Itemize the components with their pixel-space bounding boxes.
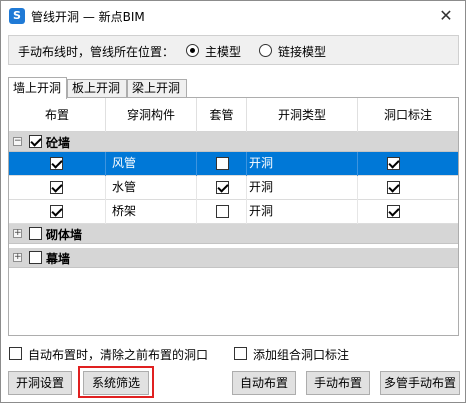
collapse-icon[interactable]: − (13, 137, 22, 146)
radio-linked-model-label[interactable]: 链接模型 (278, 43, 326, 60)
clear-previous-label[interactable]: 自动布置时，清除之前布置的洞口 (28, 346, 208, 363)
title-bar: S 管线开洞 — 新点BIM ✕ (1, 1, 465, 31)
highlight-box (78, 366, 154, 398)
close-icon[interactable]: ✕ (437, 7, 455, 25)
tab-wall-opening[interactable]: 墙上开洞 (8, 77, 67, 99)
app-logo-icon: S (9, 8, 25, 24)
hole-settings-button[interactable]: 开洞设置 (8, 371, 72, 395)
cell-place (9, 152, 106, 176)
radio-main-model-label[interactable]: 主模型 (205, 43, 241, 60)
dialog-window: S 管线开洞 — 新点BIM ✕ 手动布线时，管线所在位置： 主模型 链接模型 … (0, 0, 466, 403)
cell-opening-mark (358, 200, 458, 224)
group-checkbox-concrete-wall[interactable] (29, 135, 42, 148)
column-header-place: 布置 (9, 98, 106, 132)
table-row-cable-tray[interactable]: 桥架 开洞 (9, 200, 458, 224)
expand-icon[interactable]: + (13, 253, 22, 262)
cell-place (9, 176, 106, 200)
group-row-masonry-wall[interactable]: + 砌体墙 (9, 224, 458, 244)
cell-opening-type[interactable]: 开洞 (247, 152, 358, 176)
table-row-duct[interactable]: 风管 开洞 (9, 152, 458, 176)
radio-linked-model[interactable] (259, 44, 272, 57)
mark-checkbox[interactable] (387, 181, 400, 194)
cell-sleeve (197, 152, 247, 176)
opening-grid: 布置 穿洞构件 套管 开洞类型 洞口标注 − 砼墙 风管 开洞 水管 开洞 桥架… (8, 97, 459, 336)
tab-slab-opening[interactable]: 板上开洞 (67, 79, 127, 98)
group-row-curtain-wall[interactable]: + 幕墙 (9, 248, 458, 268)
cell-sleeve (197, 200, 247, 224)
group-checkbox-curtain-wall[interactable] (29, 251, 42, 264)
column-header-opening-type: 开洞类型 (247, 98, 358, 132)
cell-opening-type[interactable]: 开洞 (247, 176, 358, 200)
window-title: 管线开洞 — 新点BIM (31, 10, 145, 24)
cell-member: 桥架 (106, 200, 197, 224)
pipe-location-label: 手动布线时，管线所在位置： (18, 45, 175, 59)
combined-mark-label[interactable]: 添加组合洞口标注 (253, 346, 349, 363)
place-checkbox[interactable] (50, 181, 63, 194)
pipe-location-bar: 手动布线时，管线所在位置： 主模型 链接模型 (8, 35, 459, 65)
sleeve-checkbox[interactable] (216, 157, 229, 170)
cell-place (9, 200, 106, 224)
group-row-concrete-wall[interactable]: − 砼墙 (9, 132, 458, 152)
radio-main-model[interactable] (186, 44, 199, 57)
cell-sleeve (197, 176, 247, 200)
clear-previous-checkbox[interactable] (9, 347, 22, 360)
place-checkbox[interactable] (50, 157, 63, 170)
auto-place-button[interactable]: 自动布置 (232, 371, 296, 395)
column-header-opening-mark: 洞口标注 (383, 108, 432, 122)
mark-checkbox[interactable] (387, 205, 400, 218)
group-label-curtain-wall: 幕墙 (46, 252, 71, 266)
cell-member: 水管 (106, 176, 197, 200)
sleeve-checkbox[interactable] (216, 205, 229, 218)
multi-pipe-manual-place-button[interactable]: 多管手动布置 (380, 371, 460, 395)
cell-opening-type[interactable]: 开洞 (247, 200, 358, 224)
cell-opening-mark (358, 176, 458, 200)
expand-icon[interactable]: + (13, 229, 22, 238)
group-label-masonry-wall: 砌体墙 (46, 228, 83, 242)
mark-checkbox[interactable] (387, 157, 400, 170)
column-header-sleeve: 套管 (197, 98, 247, 132)
group-checkbox-masonry-wall[interactable] (29, 227, 42, 240)
cell-opening-mark (358, 152, 458, 176)
cell-member: 风管 (106, 152, 197, 176)
sleeve-checkbox[interactable] (216, 181, 229, 194)
group-label-concrete-wall: 砼墙 (46, 136, 71, 150)
combined-mark-checkbox[interactable] (234, 347, 247, 360)
tab-beam-opening[interactable]: 梁上开洞 (127, 79, 187, 98)
place-checkbox[interactable] (50, 205, 63, 218)
manual-place-button[interactable]: 手动布置 (306, 371, 370, 395)
table-row-water-pipe[interactable]: 水管 开洞 (9, 176, 458, 200)
column-header-member: 穿洞构件 (106, 98, 197, 132)
grid-header: 布置 穿洞构件 套管 开洞类型 洞口标注 (9, 98, 458, 132)
